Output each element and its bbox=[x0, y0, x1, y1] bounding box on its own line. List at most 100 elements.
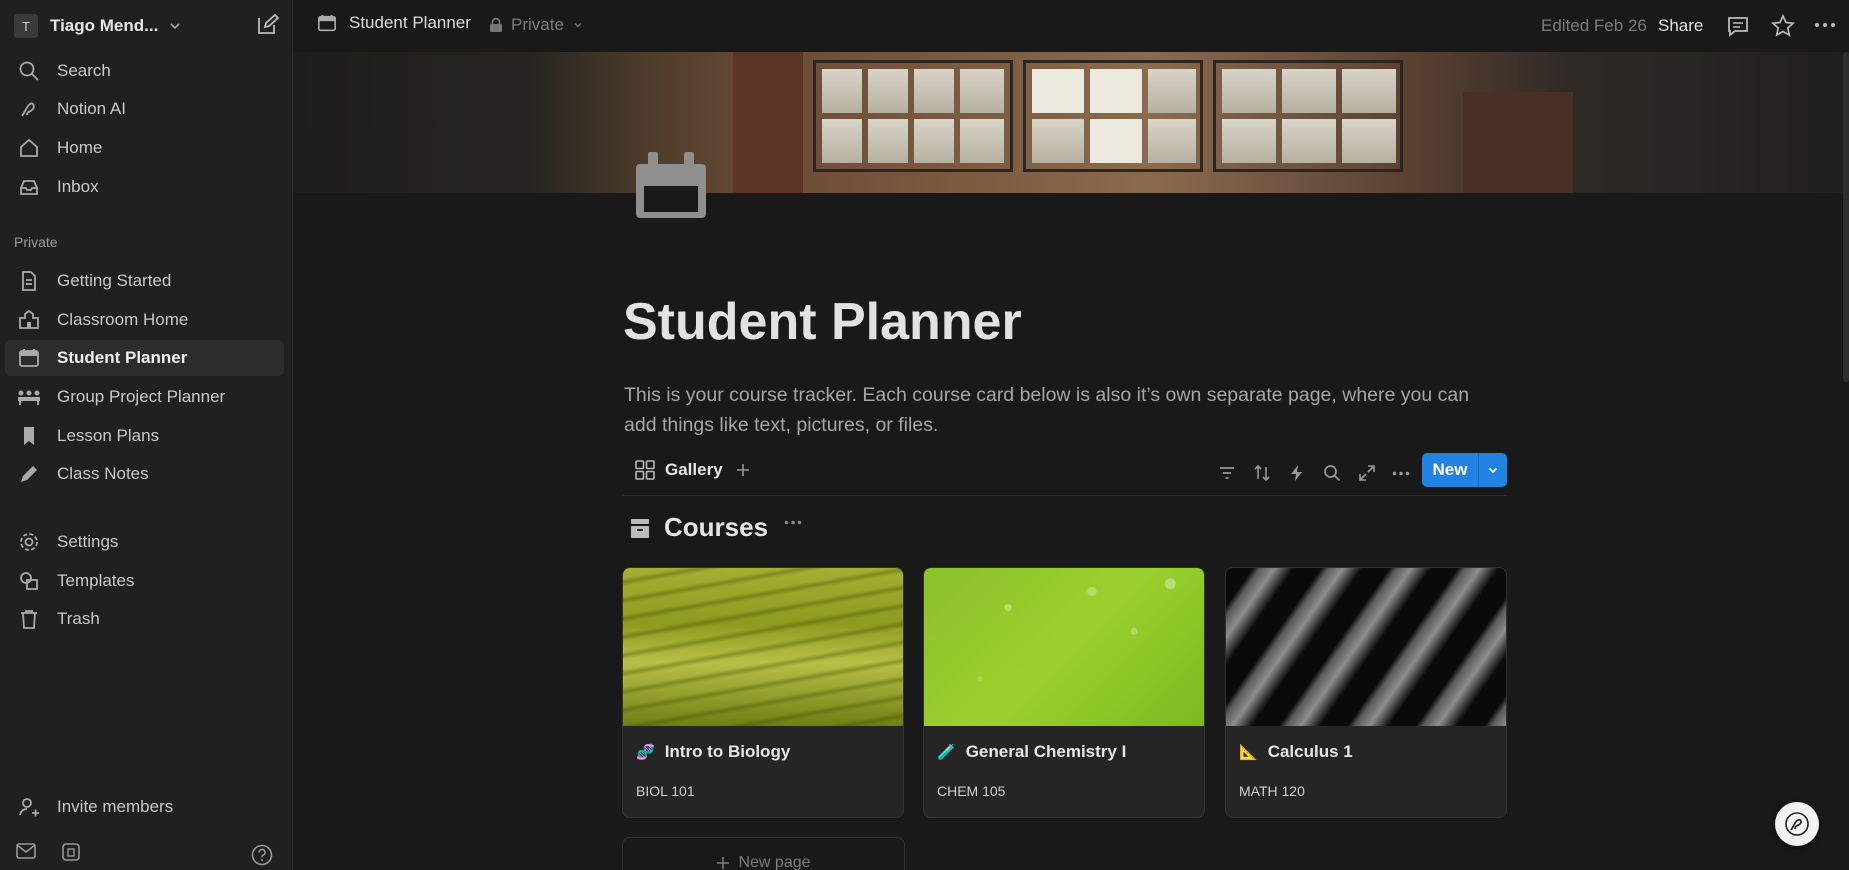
notion-ai-icon bbox=[1784, 811, 1810, 837]
archive-icon bbox=[630, 517, 650, 539]
more-options-icon[interactable] bbox=[784, 520, 802, 525]
trash-icon bbox=[17, 607, 41, 631]
card-emoji: 🧬 bbox=[636, 744, 655, 761]
sidebar-item-label: Group Project Planner bbox=[57, 387, 226, 406]
sidebar-item-trash[interactable]: Trash bbox=[5, 601, 284, 637]
card-cover-image bbox=[1226, 568, 1506, 726]
workspace-avatar: T bbox=[14, 14, 38, 38]
chevron-down-icon bbox=[168, 19, 182, 33]
search-icon bbox=[17, 59, 41, 83]
comments-icon[interactable] bbox=[1726, 14, 1750, 38]
new-page-icon[interactable] bbox=[255, 13, 279, 37]
scrollbar[interactable] bbox=[1843, 52, 1849, 382]
notion-ai-icon bbox=[17, 97, 41, 121]
gallery-icon bbox=[635, 460, 655, 480]
calendar-app-icon[interactable] bbox=[62, 843, 80, 861]
breadcrumb[interactable]: Student Planner bbox=[317, 13, 471, 33]
database-view-bar: Gallery New bbox=[623, 452, 1507, 496]
gallery-card-biology[interactable]: 🧬 Intro to Biology BIOL 101 bbox=[622, 567, 904, 818]
document-icon bbox=[17, 269, 41, 293]
search-icon[interactable] bbox=[1322, 463, 1342, 483]
card-title-text: Intro to Biology bbox=[664, 742, 791, 761]
sidebar-item-student-planner[interactable]: Student Planner bbox=[5, 340, 284, 376]
plus-icon bbox=[716, 856, 730, 870]
database-title[interactable]: Courses bbox=[630, 512, 768, 543]
tab-gallery-label: Gallery bbox=[665, 460, 723, 479]
new-button-label[interactable]: New bbox=[1422, 453, 1478, 487]
card-course-code: CHEM 105 bbox=[937, 783, 1006, 799]
sidebar-item-inbox[interactable]: Inbox bbox=[5, 169, 284, 205]
sidebar-item-label: Class Notes bbox=[57, 464, 149, 483]
card-title: 📐 Calculus 1 bbox=[1239, 742, 1353, 762]
chevron-down-icon bbox=[572, 19, 584, 31]
sidebar-item-label: Trash bbox=[57, 609, 100, 628]
expand-icon[interactable] bbox=[1357, 463, 1377, 483]
inbox-icon bbox=[17, 175, 41, 199]
new-page-label: New page bbox=[738, 854, 811, 870]
sidebar-item-label: Templates bbox=[57, 571, 135, 590]
automation-icon[interactable] bbox=[1287, 463, 1307, 483]
sidebar-item-label: Student Planner bbox=[57, 348, 188, 367]
sidebar-item-label: Getting Started bbox=[57, 271, 172, 290]
sidebar-item-label: Home bbox=[57, 138, 103, 157]
sidebar-item-lesson-plans[interactable]: Lesson Plans bbox=[5, 418, 284, 454]
sidebar-item-group-project-planner[interactable]: Group Project Planner bbox=[5, 379, 284, 415]
group-icon bbox=[17, 385, 41, 409]
card-title: 🧬 Intro to Biology bbox=[636, 742, 790, 762]
sort-icon[interactable] bbox=[1252, 463, 1272, 483]
section-label-private: Private bbox=[14, 234, 58, 250]
card-title-text: General Chemistry I bbox=[965, 742, 1127, 761]
privacy-dropdown[interactable]: Private bbox=[489, 15, 584, 35]
tab-gallery[interactable]: Gallery bbox=[635, 460, 723, 480]
workspace-switcher[interactable]: T Tiago Mend... bbox=[14, 12, 279, 40]
more-options-icon[interactable] bbox=[1392, 471, 1410, 476]
new-page-button[interactable]: New page bbox=[622, 837, 905, 870]
star-icon[interactable] bbox=[1771, 14, 1795, 38]
gear-icon bbox=[17, 530, 41, 554]
bookmark-icon bbox=[17, 424, 41, 448]
cover-brick-wall bbox=[733, 52, 803, 193]
add-view-icon[interactable] bbox=[735, 462, 751, 478]
new-entry-button[interactable]: New bbox=[1422, 453, 1507, 487]
chevron-down-icon[interactable] bbox=[1479, 453, 1507, 487]
card-cover-image bbox=[623, 568, 903, 726]
invite-members-button[interactable]: Invite members bbox=[5, 789, 284, 825]
share-button[interactable]: Share bbox=[1658, 16, 1703, 36]
mail-icon[interactable] bbox=[16, 843, 36, 859]
sidebar-item-label: Settings bbox=[57, 532, 119, 551]
sidebar-item-settings[interactable]: Settings bbox=[5, 524, 284, 560]
database-title-text: Courses bbox=[664, 512, 769, 542]
help-icon[interactable] bbox=[251, 844, 273, 866]
card-emoji: 📐 bbox=[1239, 744, 1258, 761]
sidebar-item-class-notes[interactable]: Class Notes bbox=[5, 456, 284, 492]
sidebar-item-notion-ai[interactable]: Notion AI bbox=[5, 91, 284, 127]
sidebar-item-getting-started[interactable]: Getting Started bbox=[5, 263, 284, 299]
sidebar-item-classroom-home[interactable]: Classroom Home bbox=[5, 302, 284, 338]
pencil-icon bbox=[17, 462, 41, 486]
gallery-card-calculus[interactable]: 📐 Calculus 1 MATH 120 bbox=[1225, 567, 1507, 818]
calendar-icon bbox=[317, 13, 337, 33]
school-icon bbox=[17, 308, 41, 332]
filter-icon[interactable] bbox=[1217, 463, 1237, 483]
sidebar-item-label: Classroom Home bbox=[57, 310, 189, 329]
sidebar-item-templates[interactable]: Templates bbox=[5, 563, 284, 599]
page-calendar-icon[interactable] bbox=[632, 150, 710, 222]
card-emoji: 🧪 bbox=[937, 744, 956, 761]
cover-window bbox=[813, 60, 1013, 172]
page-description[interactable]: This is your course tracker. Each course… bbox=[624, 380, 1504, 440]
add-user-icon bbox=[17, 795, 41, 819]
cover-window bbox=[1213, 60, 1403, 172]
card-course-code: MATH 120 bbox=[1239, 783, 1305, 799]
sidebar-item-label: Inbox bbox=[57, 177, 99, 196]
gallery-card-chemistry[interactable]: 🧪 General Chemistry I CHEM 105 bbox=[923, 567, 1205, 818]
notion-ai-assistant-button[interactable] bbox=[1775, 802, 1819, 846]
sidebar-item-label: Search bbox=[57, 61, 111, 80]
lock-icon bbox=[489, 17, 503, 33]
sidebar-item-home[interactable]: Home bbox=[5, 130, 284, 166]
sidebar-item-search[interactable]: Search bbox=[5, 53, 284, 89]
topbar: Student Planner Private Edited Feb 26 Sh… bbox=[293, 0, 1849, 52]
page-cover-image bbox=[293, 52, 1849, 193]
more-options-icon[interactable] bbox=[1814, 22, 1836, 28]
card-title: 🧪 General Chemistry I bbox=[937, 742, 1126, 762]
page-title[interactable]: Student Planner bbox=[623, 292, 1022, 352]
